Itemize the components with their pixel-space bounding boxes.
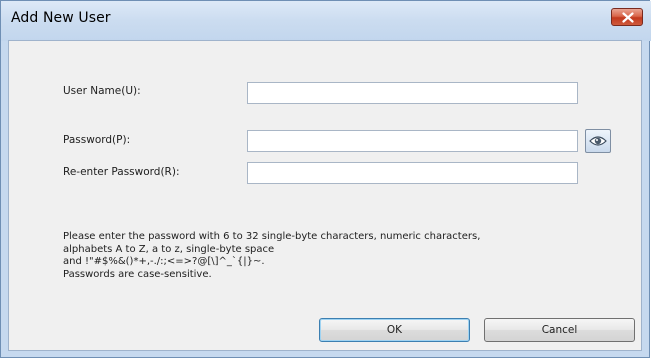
- password-label: Password(P):: [63, 134, 131, 146]
- password-rules-line: Please enter the password with 6 to 32 s…: [63, 231, 481, 242]
- password-rules-line: and !"#$%&()*+,-./:;<=>?@[\]^_`{|}~.: [63, 256, 265, 267]
- user-name-label: User Name(U):: [63, 85, 141, 97]
- password-rules-line: Passwords are case-sensitive.: [63, 268, 212, 280]
- reenter-password-input[interactable]: [247, 162, 578, 184]
- close-icon: [622, 12, 634, 23]
- show-password-button[interactable]: [585, 129, 611, 153]
- password-rules-text: Please enter the password with 6 to 32 s…: [63, 231, 533, 281]
- user-name-input[interactable]: [247, 82, 578, 104]
- dialog-title: Add New User: [11, 10, 111, 26]
- password-input[interactable]: [247, 130, 578, 152]
- ok-button[interactable]: OK: [319, 318, 470, 342]
- close-button[interactable]: [611, 8, 643, 26]
- cancel-button[interactable]: Cancel: [484, 318, 635, 342]
- title-bar[interactable]: Add New User: [1, 1, 651, 41]
- password-rules-line: alphabets A to Z, a to z, single-byte sp…: [63, 243, 275, 255]
- eye-icon: [589, 136, 607, 146]
- reenter-password-label: Re-enter Password(R):: [63, 166, 180, 178]
